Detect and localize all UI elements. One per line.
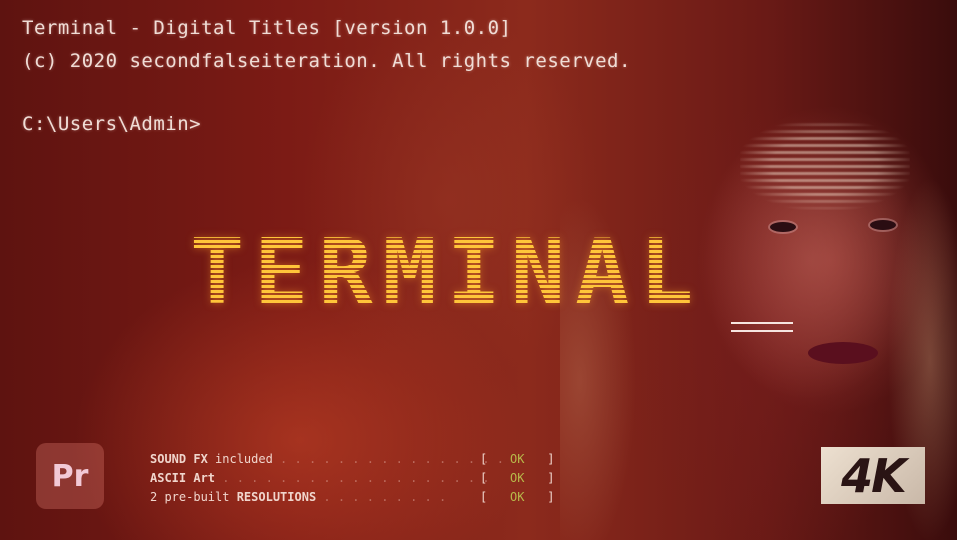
feature-row: SOUND FX included . . . . . . . . . . . …	[150, 451, 555, 466]
main-title: TERMINAL	[190, 220, 704, 325]
terminal-header-line: Terminal - Digital Titles [version 1.0.0…	[22, 17, 512, 39]
feature-label: ASCII Art . . . . . . . . . . . . . . . …	[150, 470, 490, 485]
left-eye	[770, 222, 796, 232]
projected-text-overlay	[740, 120, 910, 210]
feature-label: 2 pre-built RESOLUTIONS . . . . . . . . …	[150, 489, 447, 504]
feature-label: SOUND FX included . . . . . . . . . . . …	[150, 451, 505, 466]
terminal-copyright-line: (c) 2020 secondfalseiteration. All right…	[22, 50, 631, 72]
lips	[808, 342, 878, 364]
status-ok: OK	[510, 470, 525, 485]
status-ok: OK	[510, 489, 525, 504]
premiere-pro-label: Pr	[51, 458, 89, 494]
4k-badge-icon: 4K	[821, 447, 925, 504]
feature-row: ASCII Art . . . . . . . . . . . . . . . …	[150, 470, 555, 485]
feature-list: SOUND FX included . . . . . . . . . . . …	[150, 449, 554, 506]
feature-row: 2 pre-built RESOLUTIONS . . . . . . . . …	[150, 489, 555, 504]
premiere-pro-icon: Pr	[36, 443, 104, 509]
right-eye	[870, 220, 896, 230]
4k-label: 4K	[841, 448, 907, 503]
terminal-prompt: C:\Users\Admin>	[22, 113, 202, 135]
blinking-cursor	[731, 322, 793, 332]
